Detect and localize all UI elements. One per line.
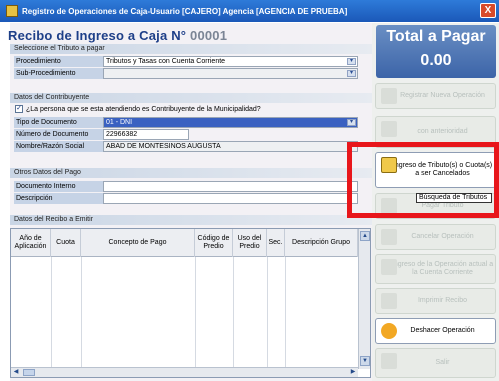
documento-interno-label: Documento Interno xyxy=(14,181,103,192)
section-otros: Otros Datos del Pago xyxy=(10,168,372,178)
grid-divider xyxy=(285,257,286,369)
tipo-documento-select[interactable]: 01 - DNI ▾ xyxy=(103,117,358,128)
documento-interno-row: Documento Interno xyxy=(14,181,358,192)
chevron-down-icon[interactable]: ▾ xyxy=(347,70,356,77)
salir-label: Salir xyxy=(435,359,450,366)
procedimiento-label: Procedimiento xyxy=(14,56,103,67)
app-icon xyxy=(6,5,18,17)
exit-icon xyxy=(381,353,397,369)
subprocedimiento-row: Sub-Procedimiento ▾ xyxy=(14,68,358,79)
imprimir-label: Imprimir Recibo xyxy=(417,297,467,304)
account-icon xyxy=(381,259,397,275)
tooltip: Búsqueda de Tributos xyxy=(416,193,492,203)
ingreso-cuenta-button[interactable]: Ingreso de la Operación actual a la Cuen… xyxy=(375,254,496,284)
cancelar-label: Cancelar Operación xyxy=(411,233,474,240)
deshacer-button[interactable]: Deshacer Operación xyxy=(375,318,496,344)
total-panel: Total a Pagar 0.00 xyxy=(376,25,496,78)
recibo-grid[interactable]: Año de Aplicación Cuota Concepto de Pago… xyxy=(10,228,371,378)
ingreso-cuenta-label: Ingreso de la Operación actual a la Cuen… xyxy=(391,261,494,276)
chevron-down-icon[interactable]: ▾ xyxy=(347,119,356,126)
documento-interno-input[interactable] xyxy=(103,181,358,192)
column-header[interactable]: Concepto de Pago xyxy=(81,229,195,257)
registrar-button[interactable]: Registrar Nueva Operación xyxy=(375,83,496,109)
registrar-label: Registrar Nueva Operación xyxy=(400,92,485,99)
grid-divider xyxy=(51,257,52,369)
column-header[interactable]: Sec. xyxy=(267,229,285,257)
grid-divider xyxy=(195,257,196,369)
grid-divider xyxy=(81,257,82,369)
document-icon xyxy=(381,121,397,137)
procedimiento-value: Tributos y Tasas con Cuenta Corriente xyxy=(106,58,226,65)
column-header[interactable]: Cuota xyxy=(51,229,81,257)
contribuyente-question: ¿La persona que se esta atendiendo es Co… xyxy=(26,106,261,113)
nombre-label: Nombre/Razón Social xyxy=(14,141,103,152)
numero-documento-input[interactable]: 22966382 xyxy=(103,129,189,140)
salir-button[interactable]: Salir xyxy=(375,348,496,378)
nombre-row: Nombre/Razón Social ABAD DE MONTESINOS A… xyxy=(14,141,358,152)
scroll-up-icon[interactable]: ▲ xyxy=(360,231,370,241)
grid-divider xyxy=(233,257,234,369)
scroll-right-icon[interactable]: ▶ xyxy=(348,368,358,377)
undo-icon xyxy=(381,323,397,339)
page-title: Recibo de Ingreso a Caja N° 00001 xyxy=(8,28,228,43)
imprimir-button[interactable]: Imprimir Recibo xyxy=(375,288,496,314)
close-window-button[interactable]: X xyxy=(480,3,496,18)
column-header[interactable]: Descripción Grupo xyxy=(285,229,358,257)
anterioridad-label: con anterioridad xyxy=(417,128,468,135)
receipt-number: 00001 xyxy=(190,28,228,43)
subprocedimiento-select[interactable]: ▾ xyxy=(103,68,358,79)
descripcion-label: Descripción xyxy=(14,193,103,204)
procedimiento-select[interactable]: Tributos y Tasas con Cuenta Corriente ▾ xyxy=(103,56,358,67)
printer-icon xyxy=(381,293,397,309)
scroll-thumb[interactable] xyxy=(23,369,35,376)
contribuyente-checkbox[interactable]: ✓ xyxy=(15,105,23,113)
numero-documento-label: Número de Documento xyxy=(14,129,103,140)
total-value: 0.00 xyxy=(420,52,452,69)
descripcion-row: Descripción xyxy=(14,193,358,204)
title-bar: Registro de Operaciones de Caja-Usuario … xyxy=(0,0,499,22)
scroll-down-icon[interactable]: ▼ xyxy=(360,356,370,366)
column-header[interactable]: Código de Predio xyxy=(195,229,233,257)
grid-divider xyxy=(267,257,268,369)
deshacer-label: Deshacer Operación xyxy=(410,327,475,334)
register-icon xyxy=(381,88,397,104)
scroll-left-icon[interactable]: ◀ xyxy=(11,368,21,377)
tipo-documento-value: 01 - DNI xyxy=(106,119,133,126)
section-contribuyente: Datos del Contribuyente xyxy=(10,93,372,103)
descripcion-input[interactable] xyxy=(103,193,358,204)
procedimiento-row: Procedimiento Tributos y Tasas con Cuent… xyxy=(14,56,358,67)
tipo-documento-label: Tipo de Documento xyxy=(14,117,103,128)
highlight-box xyxy=(347,142,499,218)
column-header[interactable]: Año de Aplicación xyxy=(11,229,51,257)
section-tributo: Seleccione el Tributo a pagar xyxy=(10,44,372,54)
window-title: Registro de Operaciones de Caja-Usuario … xyxy=(22,6,348,16)
grid-header: Año de Aplicación Cuota Concepto de Pago… xyxy=(11,229,358,257)
cancel-icon xyxy=(381,229,397,245)
vertical-scrollbar[interactable]: ▲ ▼ xyxy=(358,229,370,369)
title-text: Recibo de Ingreso a Caja N° xyxy=(8,28,187,43)
nombre-field: ABAD DE MONTESINOS AUGUSTA xyxy=(103,141,358,152)
chevron-down-icon[interactable]: ▾ xyxy=(347,58,356,65)
tipo-documento-row: Tipo de Documento 01 - DNI ▾ xyxy=(14,117,358,128)
cancelar-button[interactable]: Cancelar Operación xyxy=(375,224,496,250)
total-label: Total a Pagar xyxy=(386,28,486,45)
horizontal-scrollbar[interactable]: ◀ ▶ xyxy=(11,367,358,377)
column-header[interactable]: Uso del Predio xyxy=(233,229,267,257)
numero-documento-row: Número de Documento 22966382 xyxy=(14,129,189,140)
subprocedimiento-label: Sub-Procedimiento xyxy=(14,68,103,79)
section-recibo: Datos del Recibo a Emitir xyxy=(10,215,372,225)
